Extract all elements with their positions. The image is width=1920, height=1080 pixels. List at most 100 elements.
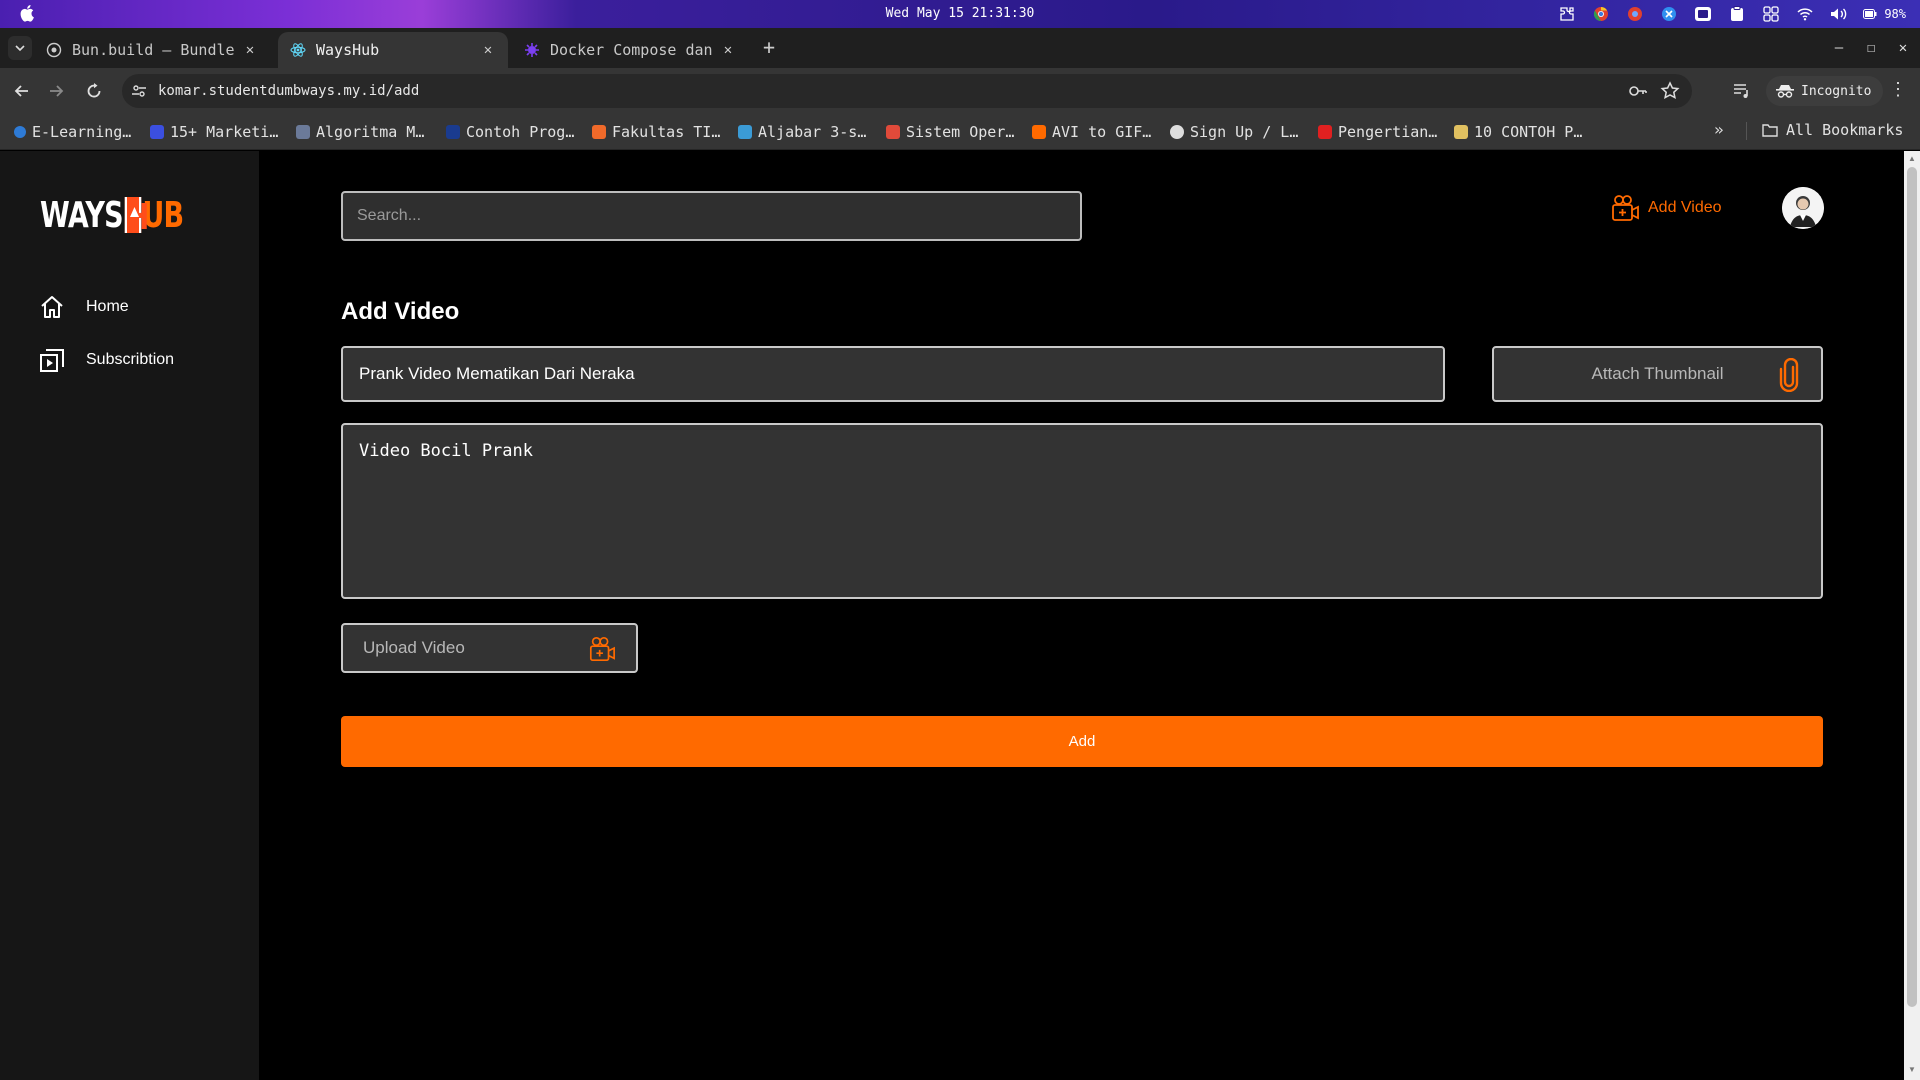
video-description-textarea[interactable]: Video Bocil Prank	[341, 423, 1823, 599]
bookmark-favicon-icon	[1318, 125, 1332, 139]
tab-close-icon[interactable]: ✕	[480, 42, 496, 58]
sidebar-item-label: Subscribtion	[86, 351, 175, 368]
tab-title: Bun.build – Bundler	[72, 41, 234, 59]
page-scrollbar[interactable]: ▲ ▼	[1904, 151, 1920, 1080]
screen-tray-icon[interactable]	[1693, 4, 1713, 24]
bookmark-item[interactable]: Algoritma M…	[296, 121, 424, 143]
video-title-input[interactable]	[341, 346, 1445, 402]
bookmark-item[interactable]: Fakultas TI…	[592, 121, 720, 143]
tab-close-icon[interactable]: ✕	[242, 42, 258, 58]
translate-tray-icon[interactable]	[1659, 4, 1679, 24]
bookmark-favicon-icon	[1032, 125, 1046, 139]
url-text[interactable]: komar.studentdumbways.my.id/add	[158, 83, 419, 99]
bookmark-item[interactable]: Aljabar 3-s…	[738, 121, 866, 143]
extensions-tray-icon[interactable]	[1557, 4, 1577, 24]
incognito-indicator[interactable]: Incognito	[1766, 76, 1884, 106]
bookmark-favicon-icon	[886, 125, 900, 139]
bookmarks-bar: E-Learning… 15+ Marketi… Algoritma M… Co…	[0, 114, 1920, 150]
media-controls-icon[interactable]	[1732, 80, 1752, 100]
chrome-tray-icon[interactable]	[1591, 4, 1611, 24]
close-window-button[interactable]: ✕	[1892, 37, 1914, 59]
folder-icon	[1762, 124, 1778, 137]
react-favicon-icon	[290, 43, 306, 57]
tab-wayshub[interactable]: WaysHub ✕	[278, 32, 508, 68]
bookmark-item[interactable]: Sign Up / L…	[1170, 121, 1298, 143]
home-icon	[41, 296, 63, 318]
arrow-left-icon	[14, 85, 28, 97]
sidebar-item-subscription[interactable]: Subscribtion	[38, 346, 174, 374]
logo-text-left: WAYS	[40, 194, 124, 236]
new-tab-button[interactable]: +	[758, 37, 780, 59]
bookmark-item[interactable]: 15+ Marketi…	[150, 121, 278, 143]
bookmark-favicon-icon	[1454, 125, 1468, 139]
bookmark-label: 15+ Marketi…	[170, 123, 279, 141]
bookmark-favicon-icon	[592, 125, 606, 139]
app-tray-icon[interactable]	[1625, 4, 1645, 24]
chevron-down-icon	[15, 45, 25, 52]
minimize-window-button[interactable]: —	[1828, 37, 1850, 59]
logo-play-mark: H	[124, 197, 149, 238]
incognito-icon	[1776, 85, 1794, 98]
forward-button[interactable]	[44, 79, 68, 103]
wayshub-logo[interactable]: WAYS H UB	[40, 194, 184, 239]
bookmark-item[interactable]: Contoh Prog…	[446, 121, 574, 143]
add-submit-button[interactable]: Add	[341, 716, 1823, 767]
bookmark-label: Algoritma M…	[316, 123, 425, 141]
scroll-down-arrow[interactable]: ▼	[1907, 1065, 1917, 1075]
tab-docker-compose[interactable]: Docker Compose dan ✕	[512, 32, 748, 68]
bookmark-item[interactable]: Sistem Oper…	[886, 121, 1014, 143]
upload-video-label: Upload Video	[363, 638, 465, 657]
tab-close-icon[interactable]: ✕	[720, 42, 736, 58]
upload-video-button[interactable]: Upload Video	[341, 623, 638, 673]
bookmark-item[interactable]: 10 CONTOH P…	[1454, 121, 1582, 143]
sidebar-item-home[interactable]: Home	[38, 293, 129, 321]
site-info-icon[interactable]	[130, 82, 148, 100]
bookmark-label: Contoh Prog…	[466, 123, 575, 141]
bookmark-item[interactable]: AVI to GIF…	[1032, 121, 1151, 143]
clipboard-tray-icon[interactable]	[1727, 4, 1747, 24]
page-content: WAYSHUB Home Subscribtion Add Video Add …	[0, 151, 1920, 1080]
reload-button[interactable]	[82, 79, 106, 103]
back-button[interactable]	[10, 79, 34, 103]
tab-title: WaysHub	[316, 41, 380, 59]
attach-thumbnail-label: Attach Thumbnail	[1591, 364, 1724, 383]
video-camera-add-icon	[1612, 195, 1639, 221]
bookmark-label: Fakultas TI…	[612, 123, 721, 141]
avatar[interactable]	[1782, 187, 1824, 229]
bookmark-label: Aljabar 3-s…	[758, 123, 867, 141]
paperclip-icon	[1779, 358, 1799, 392]
sidebar: WAYS H UB Home Subscribtion	[0, 151, 259, 1080]
all-bookmarks-button[interactable]: All Bookmarks	[1762, 121, 1903, 139]
tab-bun-build[interactable]: Bun.build – Bundler ✕	[34, 32, 270, 68]
bookmark-favicon-icon	[150, 125, 164, 139]
bookmarks-divider	[1746, 122, 1747, 140]
bookmarks-overflow-button[interactable]: »	[1714, 120, 1724, 139]
sidebar-item-label: Home	[86, 298, 129, 315]
arrow-right-icon	[50, 85, 64, 97]
browser-menu-button[interactable]: ⋮	[1888, 80, 1908, 100]
control-center-icon[interactable]	[1761, 4, 1781, 24]
add-video-label: Add Video	[1648, 199, 1722, 216]
tab-search-button[interactable]	[8, 36, 32, 60]
volume-icon[interactable]	[1829, 4, 1849, 24]
maximize-window-button[interactable]: ☐	[1860, 37, 1882, 59]
wifi-icon[interactable]	[1795, 4, 1815, 24]
video-camera-add-icon	[589, 636, 615, 662]
search-input[interactable]	[341, 191, 1082, 241]
battery-indicator[interactable]: 98%	[1863, 7, 1906, 21]
subscription-icon	[40, 349, 64, 372]
address-bar[interactable]: komar.studentdumbways.my.id/add	[122, 74, 1692, 108]
bookmark-item[interactable]: E-Learning…	[14, 121, 131, 143]
bookmark-star-icon[interactable]	[1660, 81, 1680, 101]
battery-percent: 98%	[1884, 7, 1906, 21]
bookmark-label: E-Learning…	[32, 123, 132, 141]
password-key-icon[interactable]	[1628, 82, 1648, 100]
scroll-up-arrow[interactable]: ▲	[1907, 154, 1917, 164]
bun-favicon-icon	[46, 42, 62, 58]
attach-thumbnail-button[interactable]: Attach Thumbnail	[1492, 346, 1823, 402]
bookmark-favicon-icon	[14, 126, 26, 138]
add-video-button[interactable]: Add Video	[1610, 193, 1722, 223]
scrollbar-thumb[interactable]	[1907, 167, 1917, 1007]
bookmark-item[interactable]: Pengertian…	[1318, 121, 1437, 143]
bookmark-label: AVI to GIF…	[1052, 123, 1152, 141]
